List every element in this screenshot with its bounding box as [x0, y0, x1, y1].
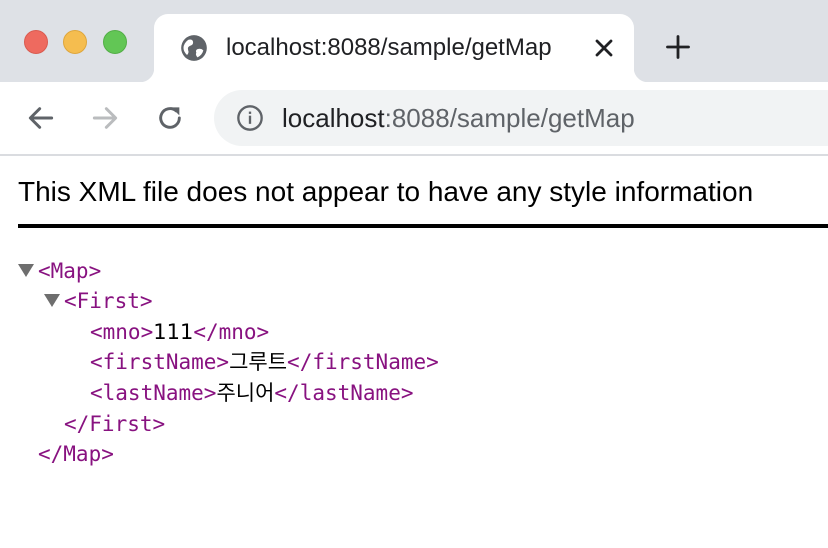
xml-style-notice: This XML file does not appear to have an…	[18, 176, 754, 207]
tab-title: localhost:8088/sample/getMap	[226, 34, 552, 61]
url-text[interactable]: localhost:8088/sample/getMap	[282, 103, 635, 133]
tag-first-open: <First>	[64, 289, 153, 313]
forward-arrow-icon[interactable]	[89, 102, 121, 134]
xml-first-open: <First>	[64, 286, 153, 316]
window-zoom-button[interactable]	[103, 30, 127, 54]
tag-map-close: </Map>	[38, 442, 114, 466]
back-arrow-icon[interactable]	[25, 102, 57, 134]
close-icon[interactable]	[590, 34, 618, 62]
tag-lastname-close: </lastName>	[274, 381, 414, 405]
mno-value: 111	[153, 320, 194, 344]
browser-tab[interactable]: localhost:8088/sample/getMap	[140, 14, 648, 82]
url-path: :8088/sample/getMap	[384, 103, 635, 133]
xml-map-close: </Map>	[38, 439, 114, 469]
xml-map-open: <Map>	[38, 256, 101, 286]
notice-divider	[18, 224, 828, 228]
lastname-value: 주니어	[216, 381, 275, 405]
collapse-toggle-first[interactable]	[44, 294, 60, 307]
xml-lastname: <lastName>주니어</lastName>	[90, 378, 413, 408]
tag-firstname-open: <firstName>	[90, 350, 230, 374]
collapse-toggle-map[interactable]	[18, 264, 34, 277]
tab-strip: localhost:8088/sample/getMap	[0, 0, 828, 82]
tag-firstname-close: </firstName>	[287, 350, 439, 374]
browser-toolbar: localhost:8088/sample/getMap	[0, 82, 828, 156]
globe-icon	[181, 35, 207, 61]
tag-first-close: </First>	[64, 412, 166, 436]
tag-mno-open: <mno>	[90, 320, 154, 344]
url-host: localhost	[282, 103, 385, 133]
tag-mno-close: </mno>	[193, 320, 270, 344]
xml-mno: <mno>111</mno>	[90, 317, 269, 347]
address-bar[interactable]: localhost:8088/sample/getMap	[214, 90, 828, 146]
xml-firstname: <firstName>그루트</firstName>	[90, 347, 439, 377]
firstname-value: 그루트	[229, 350, 288, 374]
tag-map-open: <Map>	[38, 259, 102, 283]
info-icon[interactable]	[236, 104, 264, 132]
plus-icon[interactable]	[664, 33, 692, 61]
window-close-button[interactable]	[24, 30, 48, 54]
tag-lastname-open: <lastName>	[90, 381, 217, 405]
xml-first-close: </First>	[64, 409, 165, 439]
window-minimize-button[interactable]	[63, 30, 87, 54]
reload-icon[interactable]	[154, 102, 186, 134]
